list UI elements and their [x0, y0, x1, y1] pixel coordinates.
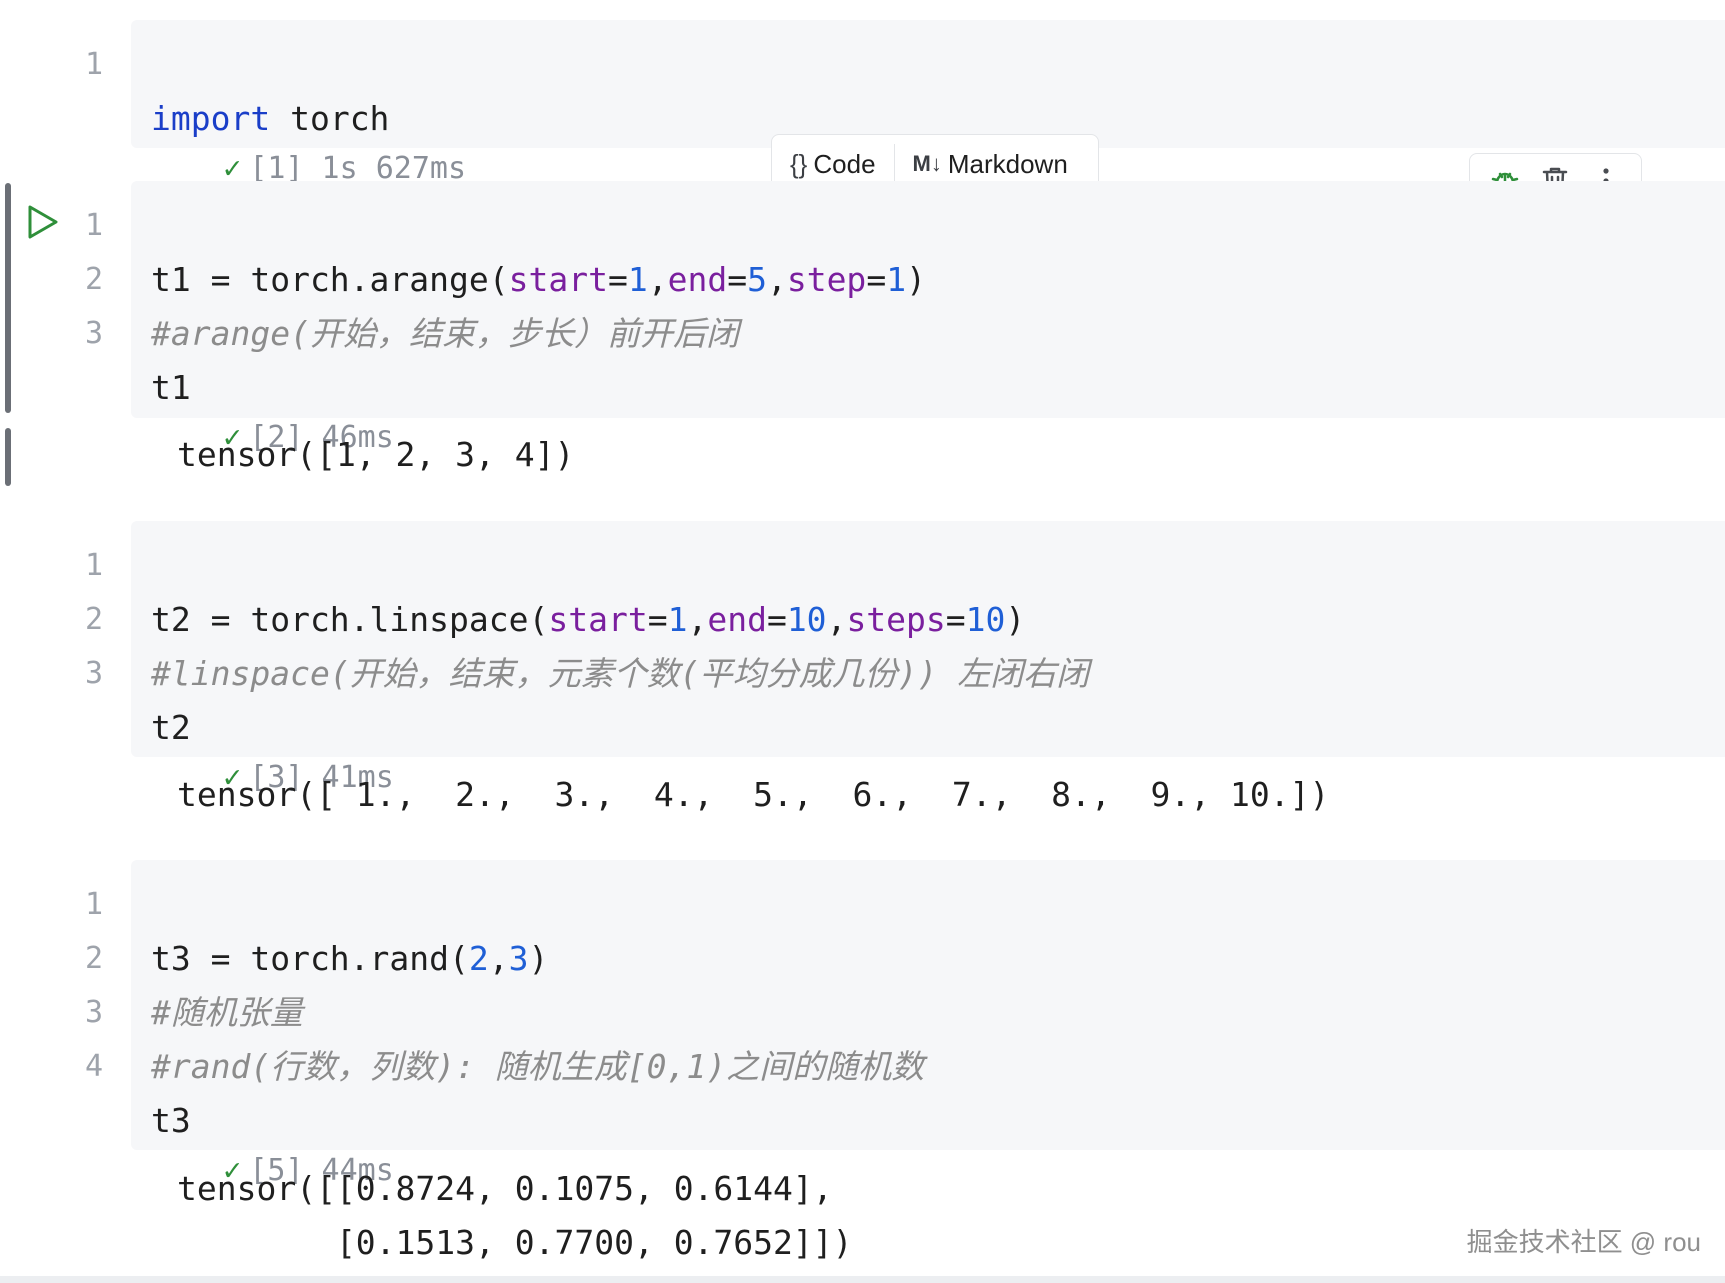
execution-status: ✓ [3] 41ms: [151, 703, 394, 795]
add-markdown-label: Markdown: [947, 148, 1068, 179]
bottom-edge: [0, 1276, 1725, 1283]
watermark: 掘金技术社区 @ rou: [1466, 1227, 1701, 1257]
code-line[interactable]: t3 = torch.rand(2,3): [0, 878, 1725, 978]
execution-status: ✓ [5] 44ms: [151, 1096, 394, 1188]
code-line[interactable]: t3: [0, 1040, 1725, 1140]
cell-output-line: [0.1513, 0.7700, 0.7652]]): [177, 1223, 853, 1262]
braces-icon: {}: [790, 148, 808, 179]
execution-status: ✓ [1] 1s 627ms: [151, 94, 466, 186]
cell-output: tensor([ 1., 2., 3., 4., 5., 6., 7., 8.,…: [177, 775, 1330, 814]
execution-status: ✓ [2] 46ms: [151, 363, 394, 455]
code-line[interactable]: t1: [0, 307, 1725, 407]
code-line[interactable]: t2 = torch.linspace(start=1,end=10,steps…: [0, 539, 1725, 639]
code-comment-line[interactable]: #随机张量: [0, 932, 1725, 1032]
code-comment-line[interactable]: #rand(行数，列数): 随机生成[0,1)之间的随机数: [0, 986, 1725, 1086]
code-line[interactable]: import torch: [0, 38, 1725, 138]
markdown-icon: M↓: [912, 151, 942, 176]
add-code-label: Code: [813, 148, 876, 179]
code-comment-line[interactable]: #linspace(开始，结束，元素个数(平均分成几份)) 左闭右闭: [0, 593, 1725, 693]
cell-output-line: tensor([[0.8724, 0.1075, 0.6144],: [177, 1169, 833, 1208]
code-line[interactable]: t1 = torch.arange(start=1,end=5,step=1): [0, 199, 1725, 299]
code-line[interactable]: t2: [0, 647, 1725, 747]
code-comment-line[interactable]: #arange(开始，结束，步长）前开后闭: [0, 253, 1725, 353]
cell-output: tensor([1, 2, 3, 4]): [177, 435, 575, 474]
